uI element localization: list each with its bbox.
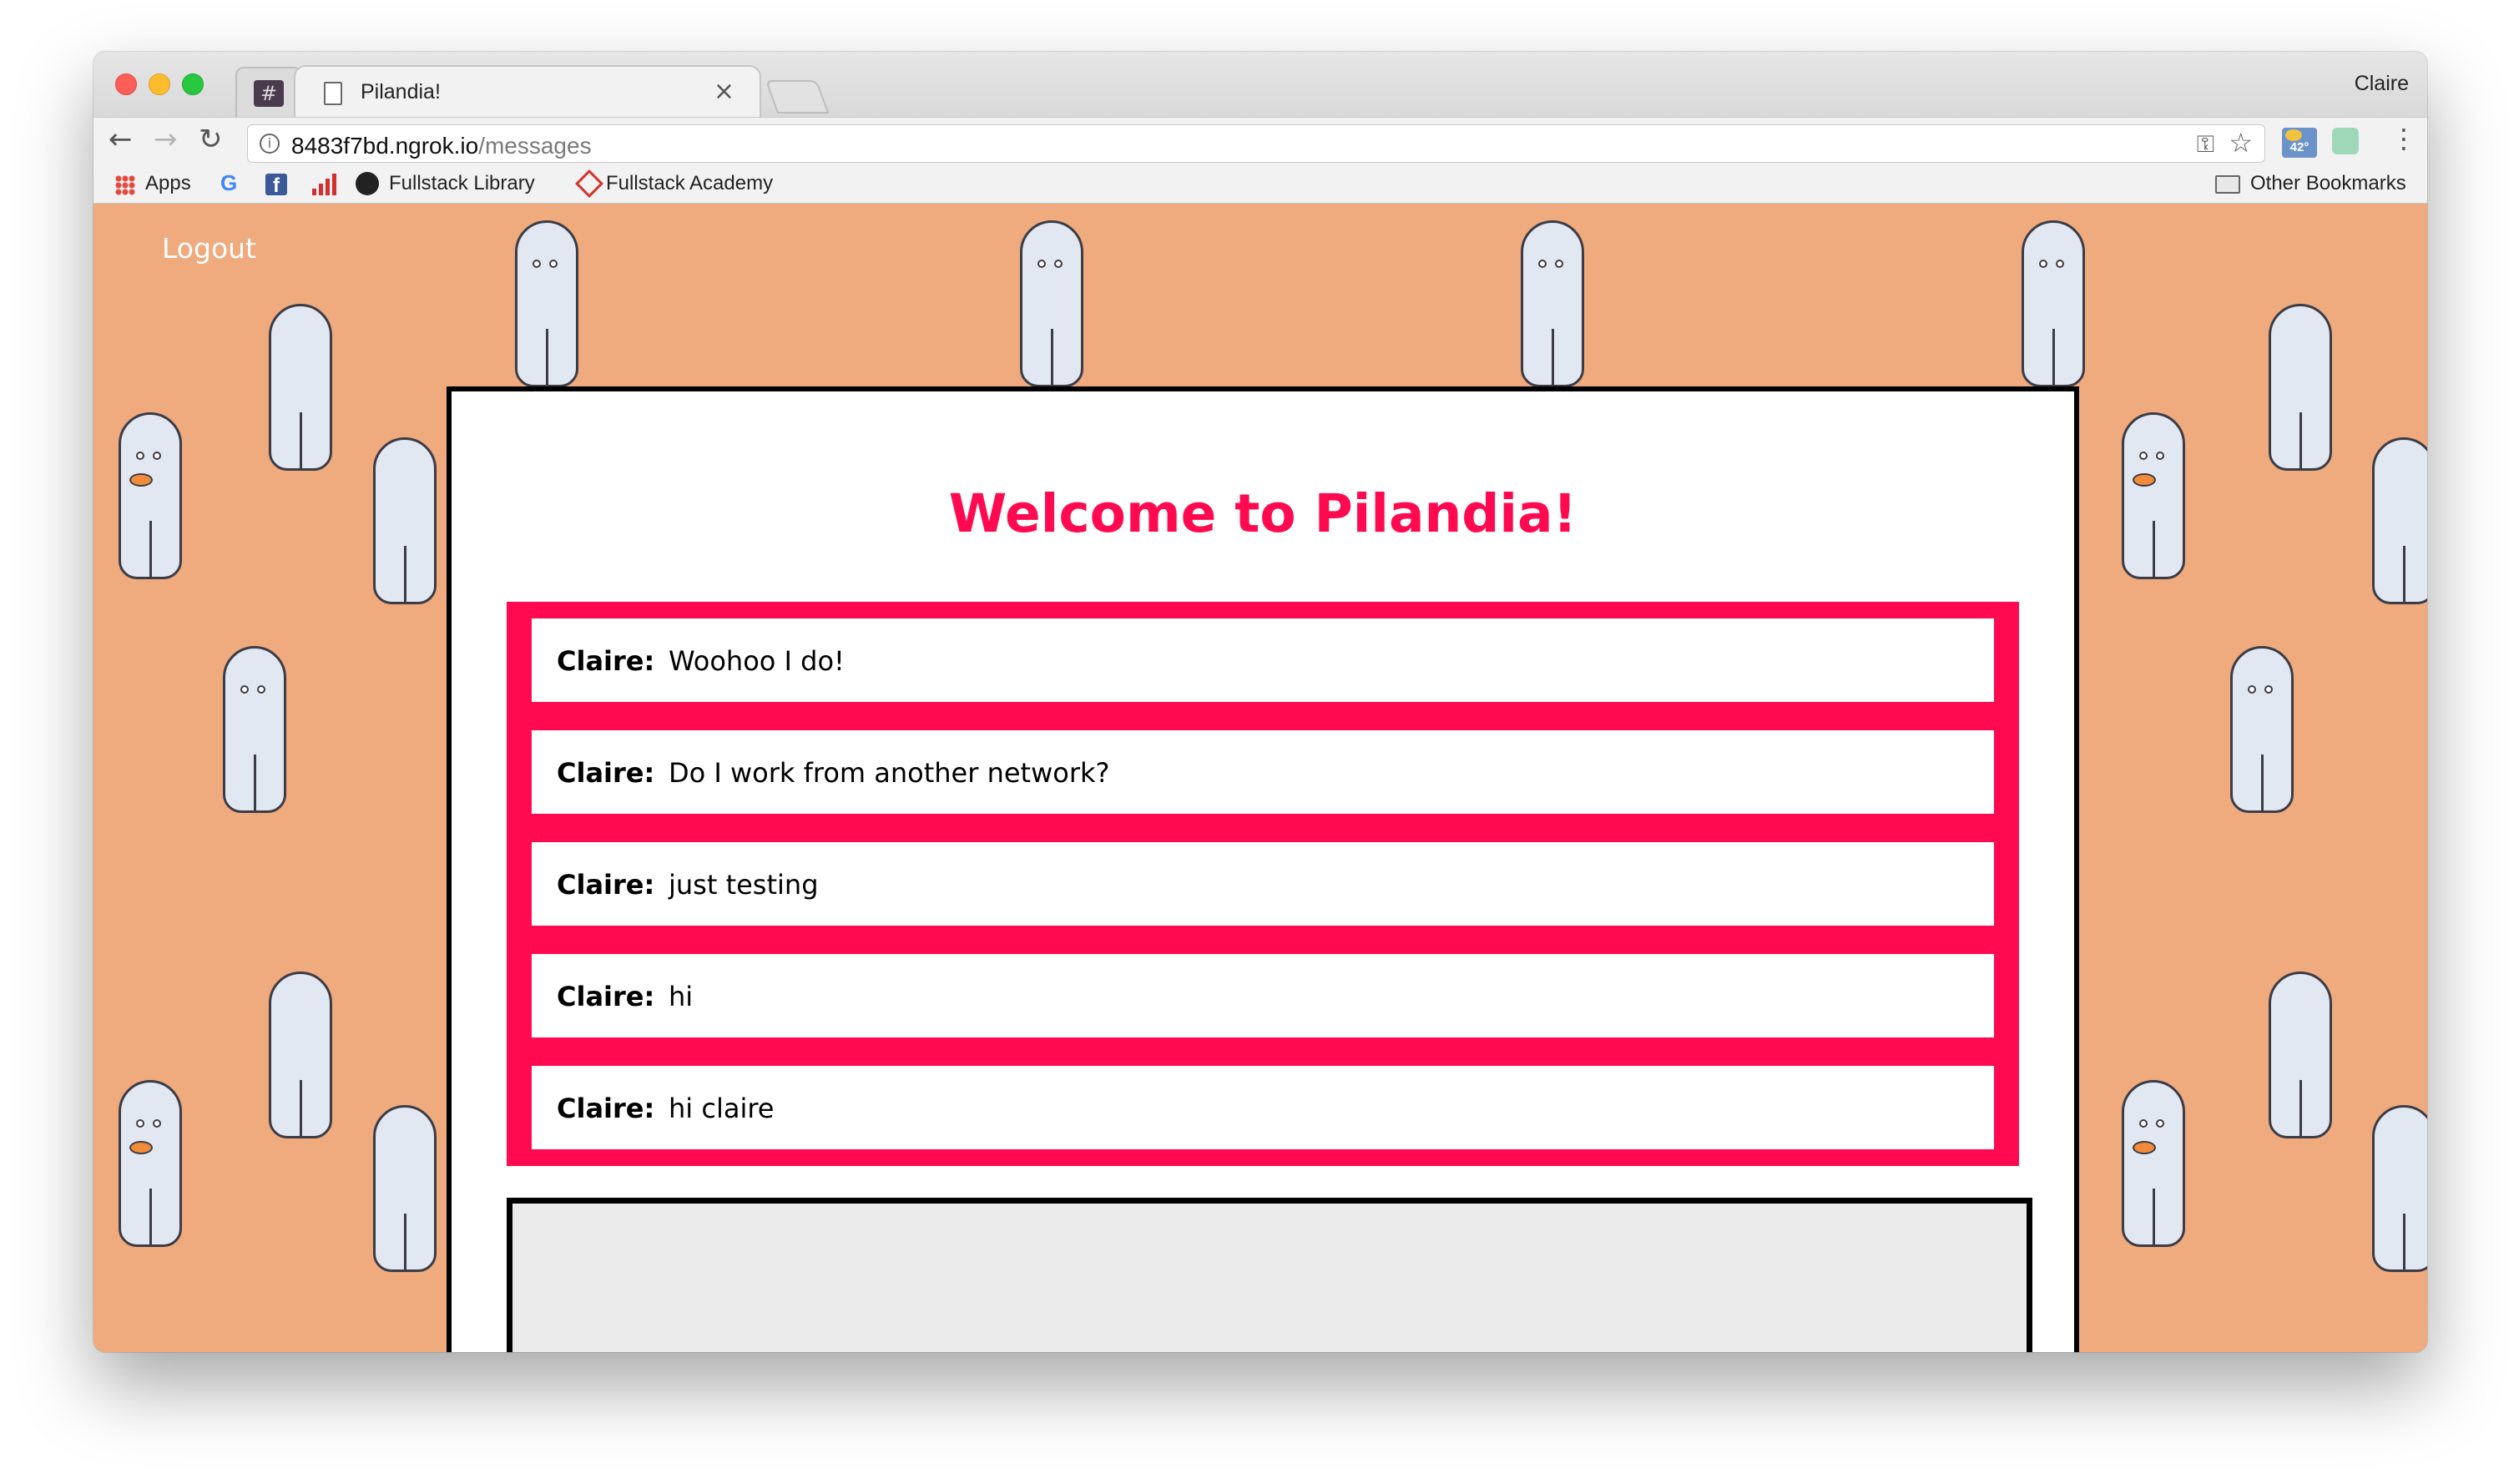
message-item: Claire: Woohoo I do!	[532, 618, 1994, 702]
browser-window: # Pilandia! × Claire ← → ↻ i 8483f7bd.ng…	[93, 52, 2427, 1352]
document-icon	[324, 82, 342, 105]
message-input[interactable]	[507, 1198, 2032, 1352]
github-icon[interactable]	[356, 172, 379, 195]
bookmark-other[interactable]: Other Bookmarks	[2250, 172, 2406, 195]
tab-title: Pilandia!	[361, 80, 441, 103]
message-author: Claire:	[557, 869, 655, 901]
title-bar: # Pilandia! × Claire	[93, 52, 2427, 119]
fullstack-academy-icon[interactable]	[575, 169, 603, 198]
forward-arrow-icon[interactable]: →	[154, 123, 178, 156]
message-author: Claire:	[557, 645, 655, 677]
creature-illustration	[1521, 220, 1584, 387]
creature-illustration	[2022, 220, 2085, 387]
chat-card: Welcome to Pilandia! Claire: Woohoo I do…	[447, 386, 2079, 1352]
google-icon[interactable]: G	[220, 170, 237, 196]
browser-toolbar: ← → ↻ i 8483f7bd.ngrok.io/messages ⚿ ☆ 4…	[93, 117, 2427, 165]
creature-illustration	[223, 646, 286, 813]
facebook-icon[interactable]: f	[265, 174, 287, 197]
address-bar[interactable]: i 8483f7bd.ngrok.io/messages ⚿ ☆	[247, 124, 2265, 163]
creature-illustration	[2122, 1080, 2185, 1247]
message-author: Claire:	[557, 757, 655, 789]
reload-icon[interactable]: ↻	[199, 123, 223, 156]
analytics-icon[interactable]	[312, 174, 337, 195]
star-icon[interactable]: ☆	[2229, 127, 2253, 159]
logout-link[interactable]: Logout	[162, 232, 256, 265]
creature-illustration	[2230, 646, 2294, 813]
url-host: 8483f7bd.ngrok.io	[291, 133, 479, 159]
message-item: Claire: Do I work from another network?	[532, 730, 1994, 814]
tab-pilandia[interactable]: Pilandia! ×	[294, 65, 761, 119]
creature-illustration	[2269, 972, 2332, 1138]
message-text: hi claire	[669, 1093, 775, 1124]
url-path: /messages	[478, 133, 592, 159]
page-title: Welcome to Pilandia!	[948, 483, 1578, 544]
back-arrow-icon[interactable]: ←	[109, 123, 133, 156]
creature-illustration	[119, 1080, 182, 1247]
menu-dots-icon[interactable]: ⋮	[2390, 123, 2417, 154]
minimize-window-button[interactable]	[149, 73, 170, 95]
bookmark-fullstack-library[interactable]: Fullstack Library	[389, 172, 535, 195]
message-item: Claire: just testing	[532, 842, 1994, 926]
bookmark-apps[interactable]: Apps	[145, 172, 191, 195]
creature-illustration	[1020, 220, 1083, 387]
creature-illustration	[269, 304, 332, 471]
page-background: Logout Welcome to Pilandia! Claire: Wooh…	[93, 204, 2427, 1352]
creature-illustration	[119, 412, 182, 579]
key-icon[interactable]: ⚿	[2197, 130, 2214, 159]
message-text: hi	[669, 981, 694, 1012]
bookmarks-bar: Apps G f Fullstack Library Fullstack Aca…	[93, 165, 2427, 204]
info-icon[interactable]: i	[260, 134, 280, 154]
creature-illustration	[515, 220, 578, 387]
weather-extension-icon[interactable]: 42°	[2282, 128, 2317, 158]
creature-illustration	[2372, 437, 2427, 604]
message-item: Claire: hi claire	[532, 1066, 1994, 1149]
profile-name[interactable]: Claire	[2355, 72, 2409, 96]
slack-icon: #	[254, 80, 284, 107]
folder-icon[interactable]	[2215, 175, 2240, 194]
creature-illustration	[2269, 304, 2332, 471]
creature-illustration	[2372, 1105, 2427, 1272]
message-author: Claire:	[557, 981, 655, 1012]
message-text: Do I work from another network?	[669, 757, 1110, 789]
message-text: Woohoo I do!	[669, 645, 845, 677]
message-text: just testing	[669, 869, 819, 901]
tab-close-icon[interactable]: ×	[714, 77, 734, 106]
apps-grid-icon[interactable]	[115, 175, 135, 195]
creature-illustration	[269, 972, 332, 1138]
creature-illustration	[373, 1105, 437, 1272]
pinned-tab[interactable]: #	[235, 67, 302, 117]
bookmark-fullstack-academy[interactable]: Fullstack Academy	[606, 172, 773, 195]
extension-icon[interactable]	[2332, 128, 2359, 154]
url-text: 8483f7bd.ngrok.io/messages	[291, 133, 592, 159]
creature-illustration	[2122, 412, 2185, 579]
weather-temp: 42°	[2289, 140, 2310, 154]
zoom-window-button[interactable]	[182, 73, 204, 95]
close-window-button[interactable]	[115, 73, 137, 95]
new-tab-button[interactable]	[765, 80, 830, 114]
creature-illustration	[373, 437, 437, 604]
message-item: Claire: hi	[532, 954, 1994, 1037]
message-list: Claire: Woohoo I do! Claire: Do I work f…	[507, 602, 2019, 1166]
message-author: Claire:	[557, 1093, 655, 1124]
